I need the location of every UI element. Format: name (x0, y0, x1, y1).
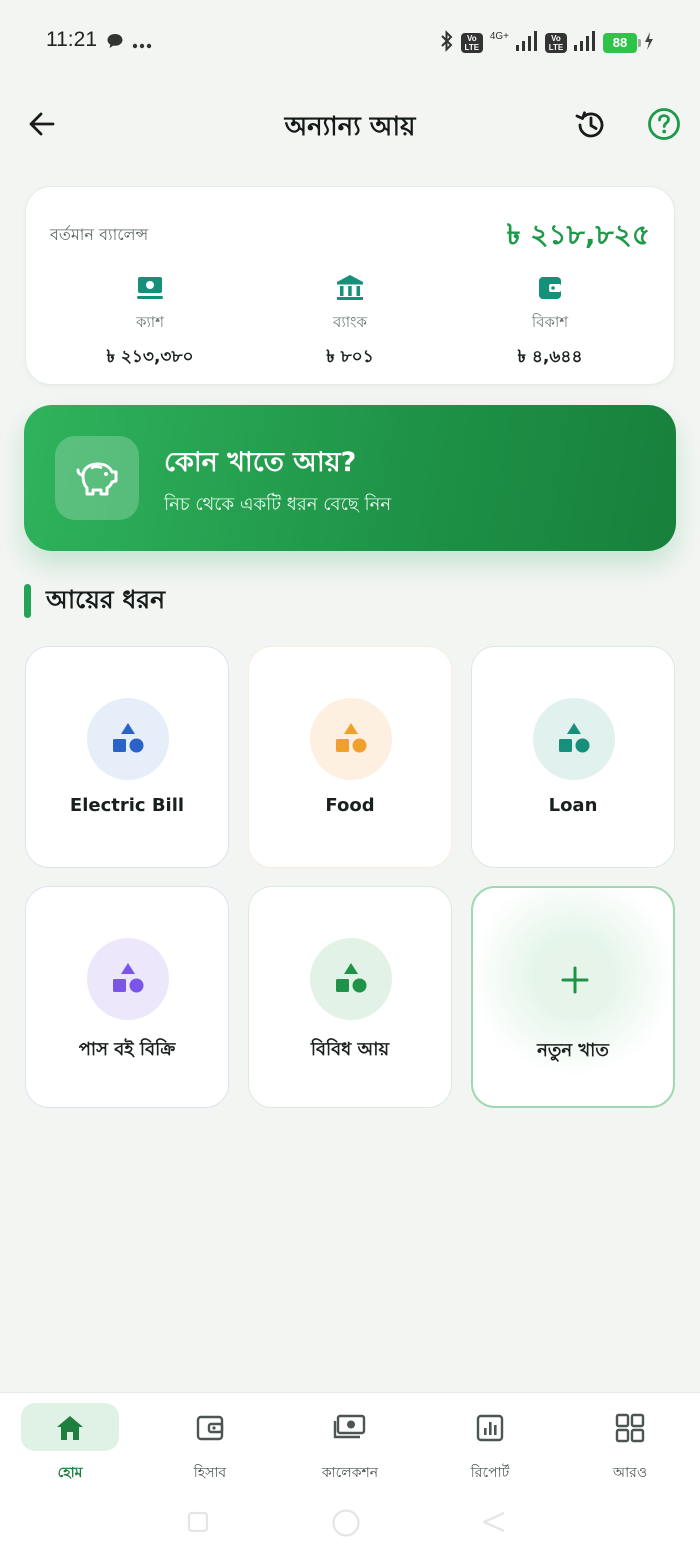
plus-icon (561, 966, 589, 994)
signal-icon-2 (574, 31, 596, 55)
category-tile[interactable]: Food (248, 646, 452, 868)
bottom-navigation: হোম হিসাব কালেকশন রিপোর্ট আরও (0, 1392, 700, 1558)
battery-indicator: 88 (603, 33, 641, 53)
nav-collection[interactable]: কালেকশন (300, 1403, 400, 1483)
new-category-circle (534, 939, 616, 1021)
chat-bubble-icon (106, 32, 124, 54)
piggy-bank-icon (55, 436, 139, 520)
recents-button[interactable] (187, 1511, 209, 1537)
more-dots-icon (132, 34, 152, 53)
volte-badge: Vo LTE (460, 33, 483, 53)
volte-badge-2: Vo LTE (545, 33, 567, 53)
home-icon (20, 1403, 120, 1453)
status-time: 11:21 (46, 28, 97, 51)
system-navigation-bar (0, 1501, 700, 1558)
category-icon-circle (310, 938, 392, 1020)
bluetooth-icon (440, 30, 454, 56)
cash-value: ৳ ২১৩,৩৮০ (106, 347, 194, 367)
category-tile[interactable]: বিবিধ আয় (248, 886, 452, 1108)
history-button[interactable] (570, 104, 612, 146)
nav-home[interactable]: হোম (20, 1403, 120, 1483)
banner-subtitle: নিচ থেকে একটি ধরন বেছে নিন (164, 494, 392, 515)
section-accent-bar (24, 584, 31, 618)
bkash-label: বিকাশ (531, 313, 569, 331)
category-icon-circle (533, 698, 615, 780)
network-type: 4G+ (489, 30, 509, 42)
category-name: বিবিধ আয় (310, 1039, 390, 1060)
grid-icon (580, 1403, 680, 1453)
cash-icon (50, 273, 250, 303)
balance-label: বর্তমান ব্যালেন্স (50, 225, 149, 244)
income-prompt-banner: কোন খাতে আয়? নিচ থেকে একটি ধরন বেছে নিন (24, 405, 676, 551)
balance-total: ৳ ২১৮,৮২৫ (506, 218, 650, 251)
status-notifications (106, 32, 152, 54)
category-name: Loan (548, 795, 598, 816)
charging-icon (644, 32, 654, 54)
home-system-button[interactable] (331, 1508, 361, 1542)
nav-accounts[interactable]: হিসাব (160, 1403, 260, 1483)
balance-cash: ক্যাশ ৳ ২১৩,৩৮০ (50, 273, 250, 372)
nav-collection-label: কালেকশন (321, 1465, 379, 1481)
app-header: অন্যান্য আয় (0, 92, 700, 156)
category-tile[interactable]: Electric Bill (25, 646, 229, 868)
shapes-icon (336, 963, 367, 993)
system-back-button[interactable] (482, 1511, 506, 1537)
help-icon (648, 108, 680, 140)
category-name: Electric Bill (69, 795, 185, 816)
category-icon-circle (87, 698, 169, 780)
category-name: পাস বই বিক্রি (78, 1039, 176, 1060)
nav-report[interactable]: রিপোর্ট (440, 1403, 540, 1483)
wallet-icon (450, 273, 650, 303)
category-tile[interactable]: Loan (471, 646, 675, 868)
balance-bank: ব্যাংক ৳ ৮০১ (250, 273, 450, 372)
cash-label: ক্যাশ (135, 313, 165, 331)
new-category-button[interactable]: নতুন খাত (471, 886, 675, 1108)
bank-value: ৳ ৮০১ (326, 347, 374, 367)
balance-card: বর্তমান ব্যালেন্স ৳ ২১৮,৮২৫ ক্যাশ ৳ ২১৩,… (25, 186, 675, 385)
report-icon (440, 1403, 540, 1453)
category-icon-circle (87, 938, 169, 1020)
wallet-icon (160, 1403, 260, 1453)
bank-label: ব্যাংক (333, 313, 367, 331)
section-heading: আয়ের ধরন (24, 584, 165, 618)
bkash-value: ৳ ৪,৬৪৪ (517, 347, 583, 367)
category-name: Food (325, 795, 375, 816)
nav-home-label: হোম (57, 1465, 83, 1481)
shapes-icon (336, 723, 367, 753)
banner-title: কোন খাতে আয়? (164, 447, 357, 478)
bank-icon (250, 273, 450, 303)
section-title: আয়ের ধরন (46, 584, 166, 614)
new-category-label: নতুন খাত (537, 1040, 609, 1061)
collection-icon (300, 1403, 400, 1453)
nav-accounts-label: হিসাব (193, 1465, 227, 1481)
status-bar: 11:21 Vo LTE 4G+ Vo LTE 88 (0, 0, 700, 84)
shapes-icon (113, 963, 144, 993)
shapes-icon (559, 723, 590, 753)
status-system-icons: Vo LTE 4G+ Vo LTE 88 (440, 30, 654, 56)
shapes-icon (113, 723, 144, 753)
history-icon (575, 111, 604, 138)
nav-more-label: আরও (612, 1465, 648, 1481)
help-button[interactable] (644, 104, 684, 144)
nav-more[interactable]: আরও (580, 1403, 680, 1483)
balance-bkash: বিকাশ ৳ ৪,৬৪৪ (450, 273, 650, 372)
category-icon-circle (310, 698, 392, 780)
nav-report-label: রিপোর্ট (470, 1465, 510, 1481)
signal-icon (516, 31, 538, 55)
category-tile[interactable]: পাস বই বিক্রি (25, 886, 229, 1108)
